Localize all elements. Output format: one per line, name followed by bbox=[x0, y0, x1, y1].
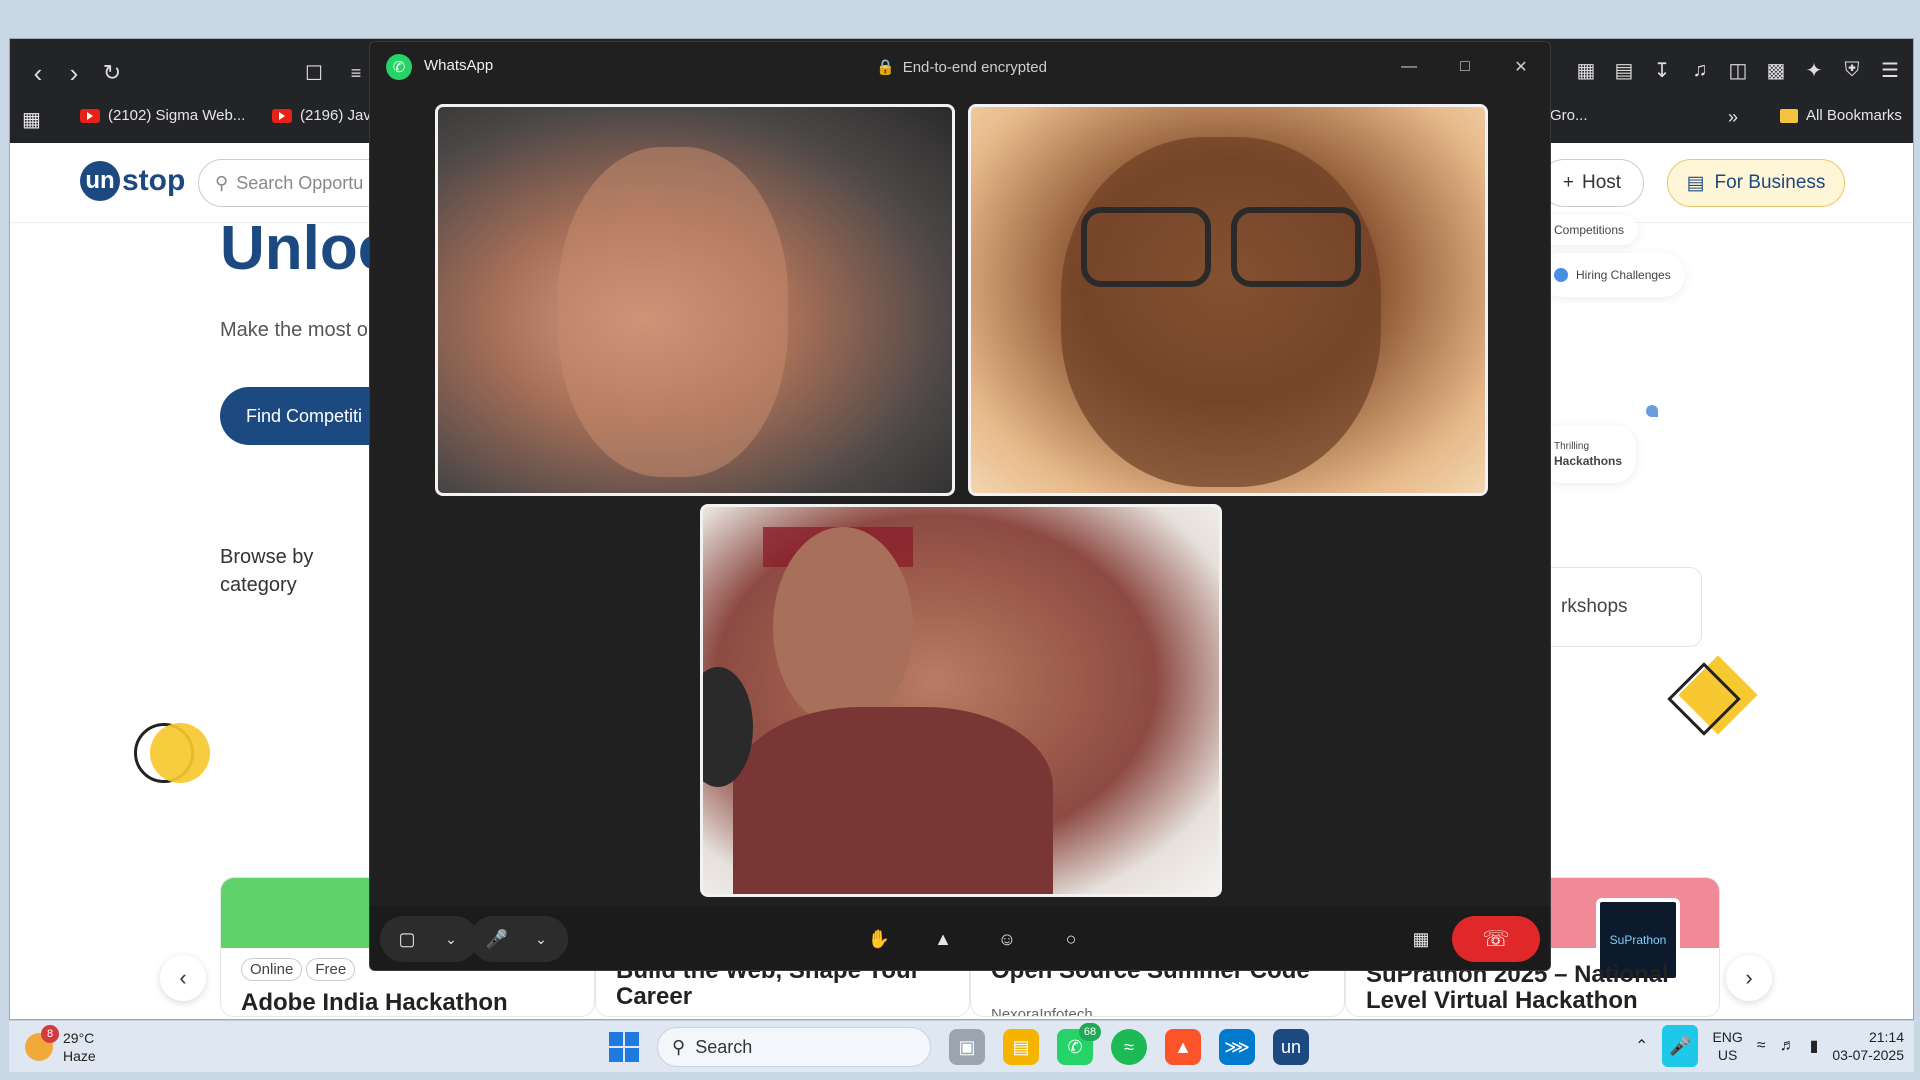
unread-badge: 68 bbox=[1079, 1023, 1101, 1041]
mic-control: 🎤 ⌄ bbox=[470, 916, 568, 962]
weather-haze-icon: 8 bbox=[25, 1025, 59, 1061]
system-tray: ⌃ 🎤 ENG US ≈ ♬ ▮ 21:14 03-07-2025 bbox=[1635, 1025, 1904, 1067]
vscode-icon[interactable]: ⋙ bbox=[1219, 1029, 1255, 1065]
video-tile-participant-1[interactable] bbox=[435, 104, 955, 496]
chip-competitions: Competitions bbox=[1540, 215, 1639, 245]
clock[interactable]: 21:14 03-07-2025 bbox=[1832, 1028, 1904, 1064]
bookmark-icon[interactable]: ☐ bbox=[296, 55, 332, 91]
video-tile-participant-3[interactable] bbox=[700, 504, 1222, 897]
decor-dot bbox=[1646, 405, 1658, 417]
close-icon[interactable]: ✕ bbox=[1506, 52, 1536, 82]
video-camera-icon[interactable]: ▢ bbox=[390, 922, 424, 956]
app-name: WhatsApp bbox=[424, 57, 494, 74]
bookmark-item[interactable]: (2196) Java bbox=[272, 107, 379, 124]
youtube-icon bbox=[272, 108, 292, 123]
host-button[interactable]: + Host bbox=[1540, 159, 1644, 207]
lock-icon: 🔒 bbox=[876, 59, 895, 76]
bookmark-item[interactable]: (2102) Sigma Web... bbox=[80, 107, 245, 124]
hang-up-icon: ☏ bbox=[1482, 926, 1510, 951]
carousel-next-button[interactable]: › bbox=[1726, 955, 1772, 1001]
maximize-icon[interactable]: □ bbox=[1450, 52, 1480, 82]
for-business-button[interactable]: ▤ For Business bbox=[1667, 159, 1845, 207]
carousel-prev-button[interactable]: ‹ bbox=[160, 955, 206, 1001]
plus-icon: + bbox=[1562, 172, 1575, 193]
windows-start-icon[interactable] bbox=[609, 1032, 639, 1062]
decor-circle-yellow bbox=[150, 723, 210, 783]
shield-icon[interactable]: ⛨ bbox=[1837, 55, 1867, 85]
brave-browser-icon[interactable]: ▲ bbox=[1165, 1029, 1201, 1065]
apps-grid-icon[interactable]: ▦ bbox=[22, 107, 41, 132]
unstop-logo[interactable]: un stop bbox=[80, 161, 185, 201]
desktop: ‹ › ↻ ☐ ≡ ▦ ▤ ↧ ♫ ◫ ▩ ✦ ⛨ ☰ ▦ (2102) Sig… bbox=[0, 0, 1920, 1080]
taskbar-apps: ⚲ Search ▣ ▤ ✆ 68 ≈ ▲ ⋙ un bbox=[609, 1023, 1309, 1067]
whatsapp-titlebar: ✆ WhatsApp 🔒 End-to-end encrypted — □ ✕ bbox=[370, 42, 1550, 92]
forward-icon[interactable]: › bbox=[56, 55, 92, 91]
chat-icon[interactable]: ○ bbox=[1054, 922, 1088, 956]
volume-icon[interactable]: ♬ bbox=[1780, 1037, 1796, 1055]
extensions-icon[interactable]: ▦ bbox=[1571, 55, 1601, 85]
whatsapp-call-window: ✆ WhatsApp 🔒 End-to-end encrypted — □ ✕ bbox=[369, 41, 1551, 971]
file-explorer-icon[interactable]: ▤ bbox=[1003, 1029, 1039, 1065]
glasses-left bbox=[1081, 207, 1211, 287]
browse-by-category: Browse by category bbox=[220, 546, 314, 596]
card-tags: Online Free bbox=[241, 958, 359, 981]
briefcase-icon: ▤ bbox=[1686, 172, 1705, 194]
end-call-button[interactable]: ☏ bbox=[1452, 916, 1540, 962]
chip-hackathons: Thrilling Hackathons bbox=[1540, 425, 1637, 483]
hero-title: Unloc bbox=[220, 214, 393, 283]
share-screen-icon[interactable]: ▲ bbox=[926, 922, 960, 956]
category-workshops[interactable]: rkshops bbox=[1530, 567, 1702, 647]
task-view-icon[interactable]: ▣ bbox=[949, 1029, 985, 1065]
whatsapp-icon: ✆ bbox=[386, 54, 412, 80]
back-icon[interactable]: ‹ bbox=[20, 55, 56, 91]
layout-grid-icon[interactable]: ▦ bbox=[1404, 922, 1438, 956]
search-icon: ⚲ bbox=[672, 1036, 686, 1057]
hiring-icon bbox=[1554, 268, 1568, 282]
chevron-up-icon[interactable]: ⌃ bbox=[1635, 1036, 1648, 1056]
hero-subtitle: Make the most o bbox=[220, 319, 368, 341]
sidebar-icon[interactable]: ◫ bbox=[1723, 55, 1753, 85]
unstop-app-icon[interactable]: un bbox=[1273, 1029, 1309, 1065]
chevron-down-icon[interactable]: ⌄ bbox=[434, 922, 468, 956]
music-icon[interactable]: ♫ bbox=[1685, 55, 1715, 85]
raise-hand-icon[interactable]: ✋ bbox=[862, 922, 896, 956]
whatsapp-taskbar-icon[interactable]: ✆ 68 bbox=[1057, 1023, 1101, 1065]
participant-face bbox=[558, 147, 788, 477]
chevron-down-icon[interactable]: ⌄ bbox=[524, 922, 558, 956]
youtube-icon bbox=[80, 108, 100, 123]
search-icon: ⚲ bbox=[215, 172, 229, 193]
call-controls-bar: ▢ ⌄ 🎤 ⌄ ✋ ▲ ☺ ○ ▦ ☏ bbox=[370, 906, 1550, 970]
folder-icon bbox=[1780, 108, 1798, 123]
taskbar-search[interactable]: ⚲ Search bbox=[657, 1027, 931, 1067]
ai-sparkle-icon[interactable]: ✦ bbox=[1799, 55, 1829, 85]
all-bookmarks[interactable]: All Bookmarks bbox=[1780, 107, 1902, 124]
windows-taskbar: 8 29°C Haze ⚲ Search ▣ ▤ ✆ 68 ≈ ▲ ⋙ un ⌃ bbox=[9, 1020, 1914, 1072]
weather-widget[interactable]: 8 29°C Haze bbox=[25, 1025, 96, 1065]
download-icon[interactable]: ↧ bbox=[1647, 55, 1677, 85]
video-tile-participant-2[interactable] bbox=[968, 104, 1488, 496]
language-indicator[interactable]: ENG US bbox=[1712, 1028, 1742, 1064]
menu-icon[interactable]: ☰ bbox=[1875, 55, 1905, 85]
microphone-icon[interactable]: 🎤 bbox=[480, 922, 514, 956]
glasses-right bbox=[1231, 207, 1361, 287]
minimize-icon[interactable]: — bbox=[1394, 52, 1424, 82]
notification-badge: 8 bbox=[41, 1025, 59, 1043]
encryption-label: 🔒 End-to-end encrypted bbox=[876, 58, 1047, 77]
wallet-icon[interactable]: ▩ bbox=[1761, 55, 1791, 85]
participant-body bbox=[733, 707, 1053, 894]
wifi-icon[interactable]: ≈ bbox=[1757, 1037, 1766, 1055]
microphone-icon[interactable]: 🎤 bbox=[1662, 1025, 1699, 1067]
bookmark-item[interactable]: Gro... bbox=[1550, 107, 1588, 124]
chip-hiring: Hiring Challenges bbox=[1540, 253, 1685, 297]
battery-icon[interactable]: ▮ bbox=[1810, 1036, 1819, 1056]
reload-icon[interactable]: ↻ bbox=[94, 55, 130, 91]
participant-face bbox=[1061, 137, 1381, 487]
participant-face bbox=[773, 527, 913, 727]
reader-icon[interactable]: ▤ bbox=[1609, 55, 1639, 85]
more-bookmarks-icon[interactable]: » bbox=[1728, 107, 1738, 128]
spotify-icon[interactable]: ≈ bbox=[1111, 1029, 1147, 1065]
add-participant-icon[interactable]: ☺ bbox=[990, 922, 1024, 956]
camera-control: ▢ ⌄ bbox=[380, 916, 478, 962]
